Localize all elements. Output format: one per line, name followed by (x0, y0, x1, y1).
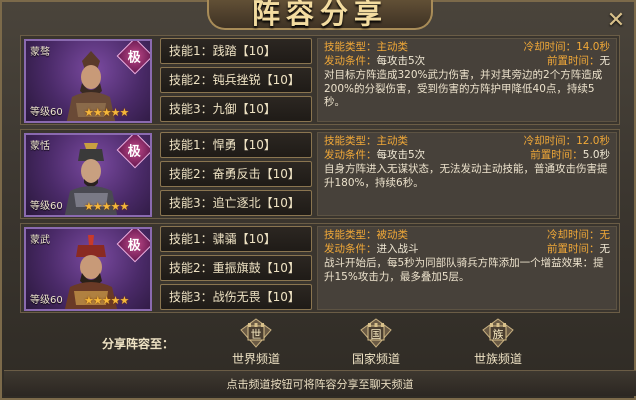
prep-time-value: 无 (599, 54, 611, 67)
close-button[interactable]: ✕ (604, 7, 628, 33)
clan-channel-icon: 族 (481, 318, 515, 348)
skill-list: 技能1：骕骦【10】 技能2：重振旗鼓【10】 技能3：战伤无畏【10】 (160, 226, 312, 313)
country-channel-button[interactable]: 国 国家频道 (342, 318, 410, 368)
hero-portrait[interactable]: 蒙武 极 等级60 ★★★★★ (24, 227, 152, 311)
skill-button[interactable]: 技能3：追亡逐北【10】 (160, 190, 312, 216)
title-banner: 阵容分享 (207, 0, 433, 30)
share-label: 分享阵容至： (102, 337, 175, 351)
cooldown-label: 冷却时间： (523, 41, 577, 53)
trigger-label: 发动条件： (324, 148, 377, 161)
rank-text: 极 (128, 238, 142, 254)
cooldown-value: 无 (599, 229, 611, 241)
skill-list: 技能1：践踏【10】 技能2：钝兵挫锐【10】 技能3：九御【10】 (160, 38, 312, 125)
channel-label: 世界频道 (231, 352, 280, 366)
trigger-value: 进入战斗 (376, 242, 419, 255)
hero-name: 蒙恬 (30, 141, 50, 152)
prep-time-label: 前置时间： (547, 54, 600, 67)
trigger-value: 每攻击5次 (376, 54, 426, 67)
cooldown-value: 12.0秒 (576, 135, 610, 147)
footer-hint: 点击频道按钮可将阵容分享至聊天频道 (4, 370, 636, 396)
prep-time-label: 前置时间： (530, 148, 583, 161)
cooldown-value: 14.0秒 (576, 41, 610, 53)
trigger-label: 发动条件： (324, 54, 377, 67)
country-channel-icon: 国 (359, 318, 393, 348)
star-rating: ★★★★★ (84, 106, 129, 119)
skill-type-value: 主动类 (376, 135, 409, 147)
hero-portrait[interactable]: 蒙恬 极 等级60 ★★★★★ (24, 133, 152, 217)
prep-time-label: 前置时间： (547, 242, 600, 255)
skill-type-label: 技能类型： (324, 135, 377, 147)
skill-type-label: 技能类型： (324, 229, 377, 241)
skill-button[interactable]: 技能1：骕骦【10】 (160, 226, 312, 252)
hero-row: 蒙恬 极 等级60 ★★★★★ 技能1：悍勇【10】 技能2：奋勇反击【10】 … (20, 129, 620, 219)
channel-glyph: 国 (370, 328, 382, 341)
hero-name: 蒙武 (30, 235, 50, 246)
skill-description: 自身方阵进入无谋状态，无法发动主动技能，普通攻击伤害提升180%，持续6秒。 (324, 163, 608, 189)
trigger-value: 每攻击5次 (376, 148, 426, 161)
skill-type-value: 主动类 (376, 41, 409, 53)
channel-label: 世族频道 (473, 352, 522, 366)
hero-row: 蒙骜 极 等级60 ★★★★★ 技能1：践踏【10】 技能2：钝兵挫锐【10】 … (20, 35, 620, 125)
skill-button[interactable]: 技能3：九御【10】 (160, 96, 312, 122)
skill-list: 技能1：悍勇【10】 技能2：奋勇反击【10】 技能3：追亡逐北【10】 (160, 132, 312, 219)
close-icon: ✕ (606, 7, 626, 33)
skill-button[interactable]: 技能3：战伤无畏【10】 (160, 284, 312, 310)
clan-channel-button[interactable]: 族 世族频道 (464, 318, 532, 368)
dialog-title: 阵容分享 (251, 0, 388, 30)
skill-button[interactable]: 技能1：践踏【10】 (160, 38, 312, 64)
prep-time-value: 5.0秒 (582, 148, 610, 161)
star-rating: ★★★★★ (84, 294, 129, 307)
hero-row: 蒙武 极 等级60 ★★★★★ 技能1：骕骦【10】 技能2：重振旗鼓【10】 … (20, 223, 620, 313)
hero-level: 等级60 (30, 107, 63, 118)
hero-name: 蒙骜 (30, 47, 50, 58)
skill-detail-panel: 技能类型：主动类 冷却时间：14.0秒 发动条件：每攻击5次 前置时间：无 对目… (317, 38, 617, 122)
skill-button[interactable]: 技能2：重振旗鼓【10】 (160, 255, 312, 281)
cooldown-label: 冷却时间： (547, 229, 600, 241)
cooldown-label: 冷却时间： (523, 135, 577, 147)
world-channel-icon: 世 (239, 318, 273, 348)
skill-type-value: 被动类 (376, 229, 409, 241)
hero-level: 等级60 (30, 201, 63, 212)
skill-detail-panel: 技能类型：主动类 冷却时间：12.0秒 发动条件：每攻击5次 前置时间：5.0秒… (317, 132, 617, 216)
star-rating: ★★★★★ (84, 200, 129, 213)
skill-type-label: 技能类型： (324, 41, 377, 53)
share-lineup-dialog: 阵容分享 ✕ 蒙骜 极 等级60 ★★★★★ 技能1：践踏【10】 技能2：钝兵… (0, 0, 636, 400)
channel-glyph: 世 (250, 328, 262, 341)
skill-description: 战斗开始后，每5秒为同部队骑兵方阵添加一个增益效果：提升15%攻击力，最多叠加5… (324, 257, 604, 283)
prep-time-value: 无 (599, 242, 611, 255)
skill-button[interactable]: 技能2：钝兵挫锐【10】 (160, 67, 312, 93)
hero-level: 等级60 (30, 295, 63, 306)
hero-portrait[interactable]: 蒙骜 极 等级60 ★★★★★ (24, 39, 152, 123)
channel-label: 国家频道 (351, 352, 400, 366)
trigger-label: 发动条件： (324, 242, 377, 255)
rank-text: 极 (128, 144, 142, 160)
skill-detail-panel: 技能类型：被动类 冷却时间：无 发动条件：进入战斗 前置时间：无 战斗开始后，每… (317, 226, 617, 310)
channel-glyph: 族 (492, 328, 504, 341)
skill-description: 对目标方阵造成320%武力伤害，并对其旁边的2个方阵造成200%的分裂伤害，受到… (324, 69, 603, 108)
rank-text: 极 (128, 50, 142, 66)
skill-button[interactable]: 技能2：奋勇反击【10】 (160, 161, 312, 187)
world-channel-button[interactable]: 世 世界频道 (222, 318, 290, 368)
skill-button[interactable]: 技能1：悍勇【10】 (160, 132, 312, 158)
